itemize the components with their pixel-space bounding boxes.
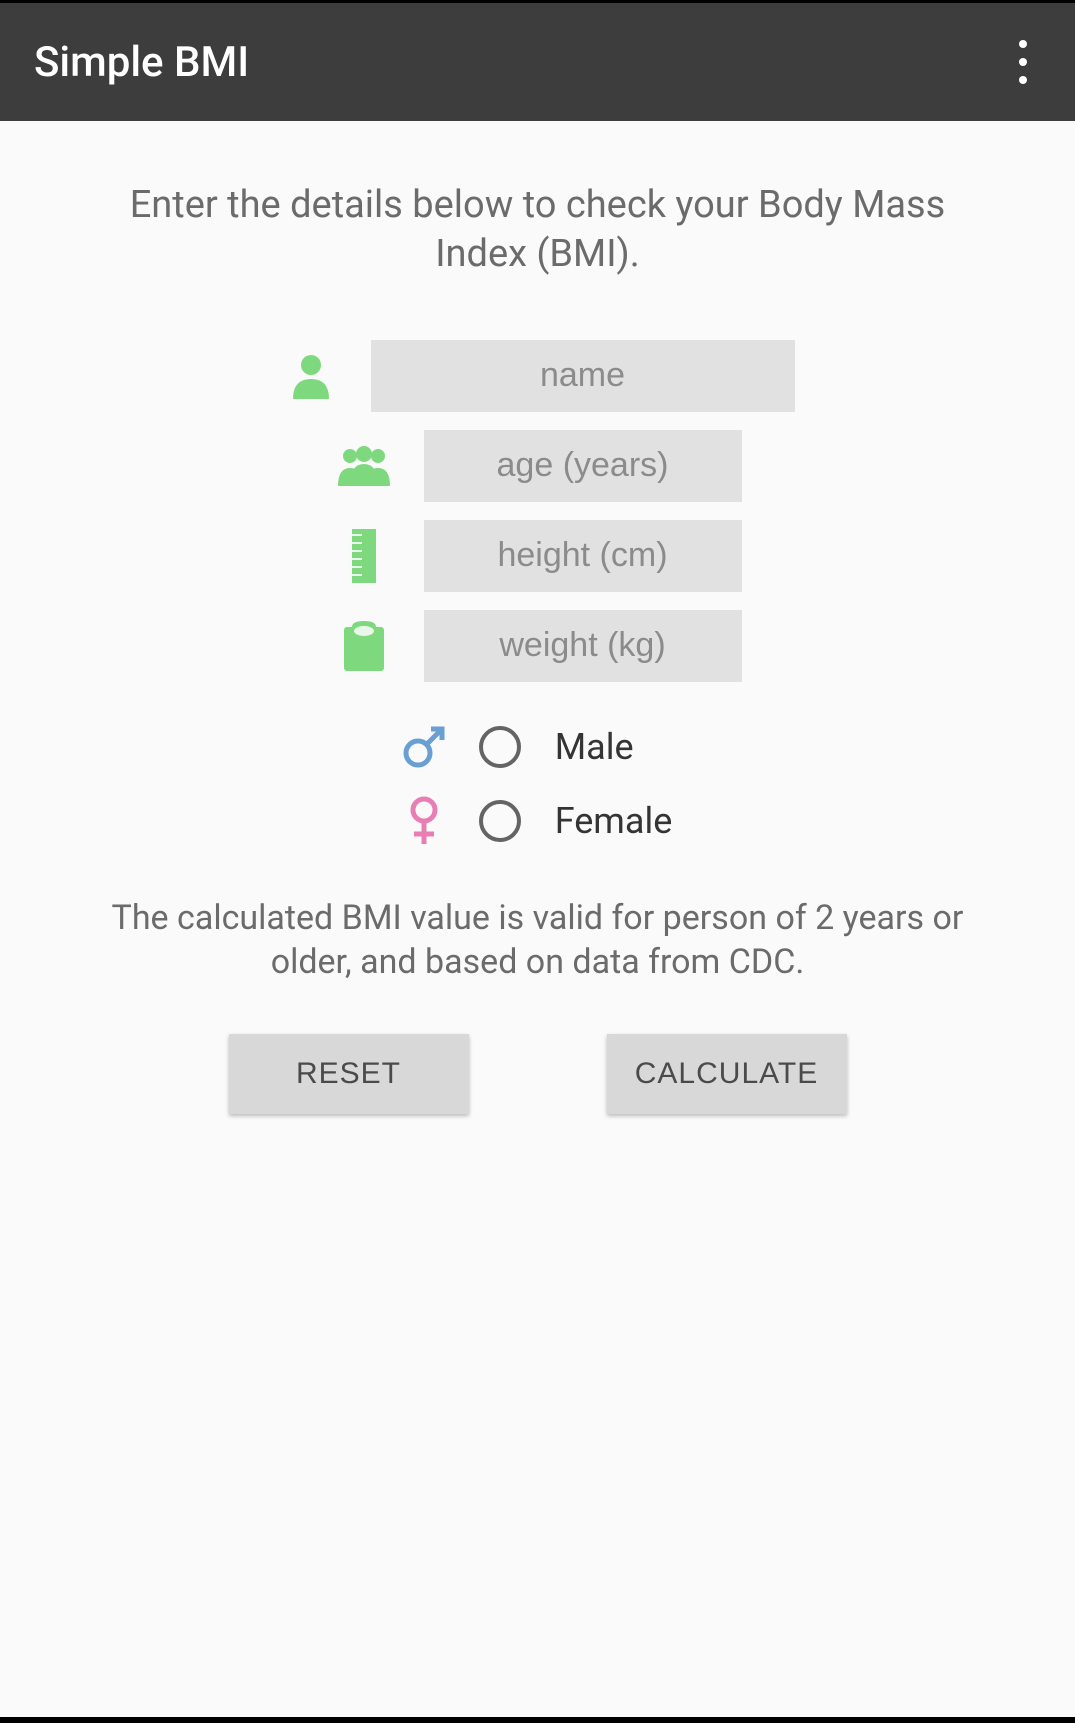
female-icon [403,796,445,846]
weight-input[interactable] [424,610,742,682]
male-icon [403,726,445,768]
content-area: Enter the details below to check your Bo… [0,121,1075,1717]
dots-vertical-icon [1019,40,1027,48]
instruction-text: Enter the details below to check your Bo… [70,181,1005,280]
more-options-button[interactable] [999,20,1047,104]
height-row [334,520,742,592]
female-row: Female [403,796,673,846]
male-row: Male [403,726,673,768]
note-text: The calculated BMI value is valid for pe… [70,896,1005,984]
name-input[interactable] [371,340,795,412]
age-row [334,430,742,502]
female-radio[interactable] [479,800,521,842]
height-input[interactable] [424,520,742,592]
button-row: RESET CALCULATE [229,1034,847,1114]
male-radio[interactable] [479,726,521,768]
female-label: Female [555,800,673,842]
calculate-button[interactable]: CALCULATE [607,1034,847,1114]
gender-radio-group: Male Female [403,726,673,846]
person-icon [281,353,341,399]
header-title: Simple BMI [34,38,249,87]
app-header: Simple BMI [0,3,1075,121]
name-row [281,340,795,412]
scale-icon [334,621,394,671]
ruler-icon [334,529,394,583]
weight-row [334,610,742,682]
form-inputs [281,340,795,682]
age-input[interactable] [424,430,742,502]
reset-button[interactable]: RESET [229,1034,469,1114]
male-label: Male [555,726,634,768]
people-icon [334,446,394,486]
